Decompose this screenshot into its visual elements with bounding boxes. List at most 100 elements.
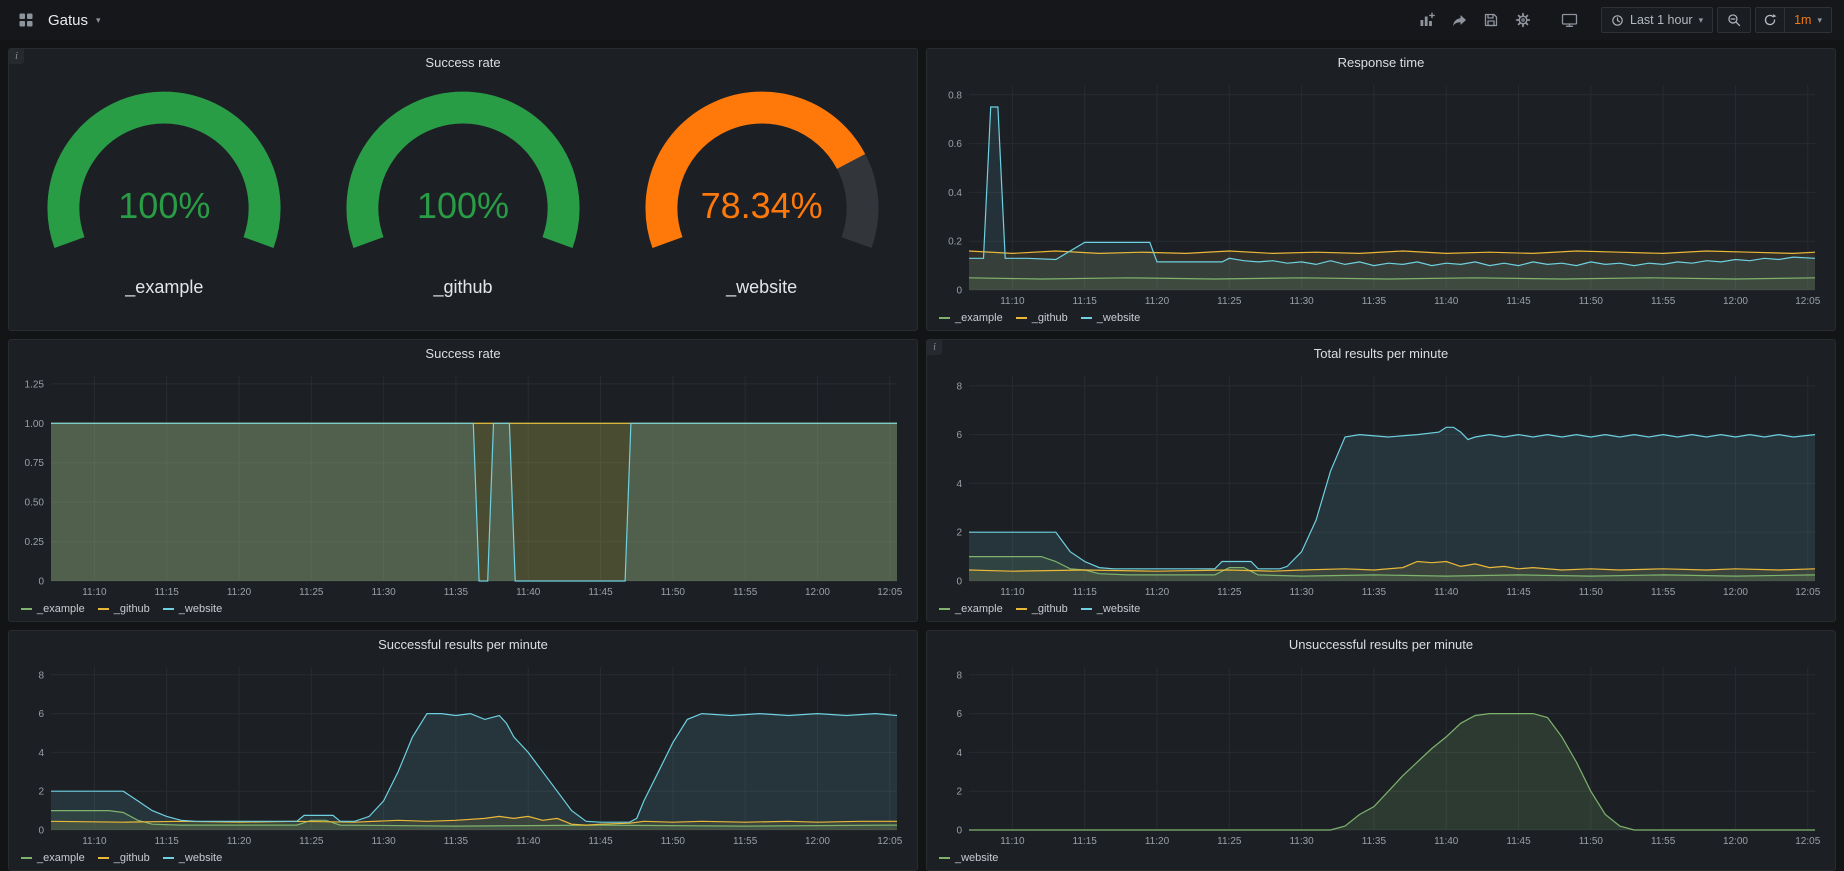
svg-text:2: 2 [38,787,44,798]
refresh-button[interactable] [1755,7,1784,33]
chart-legend: _website [927,850,1835,870]
gauge-wrap: 100% [28,83,300,267]
svg-text:12:00: 12:00 [805,836,830,847]
legend-label: _website [1097,603,1140,615]
legend-swatch [163,608,174,610]
svg-text:12:00: 12:00 [1723,836,1748,847]
svg-text:12:05: 12:05 [877,587,902,598]
time-range-picker[interactable]: Last 1 hour ▾ [1601,7,1713,33]
gauge-arc [626,83,898,267]
legend-item[interactable]: _website [1081,312,1140,324]
panel-title[interactable]: Unsuccessful results per minute [927,631,1835,657]
panel-title[interactable]: Total results per minute [927,340,1835,366]
panel-total-results: i Total results per minute 11:1011:1511:… [926,339,1836,622]
refresh-icon [1763,13,1777,27]
legend-item[interactable]: _website [163,603,222,615]
successful-results-chart[interactable]: 11:1011:1511:2011:2511:3011:3511:4011:45… [15,657,911,850]
svg-text:11:30: 11:30 [1289,836,1314,847]
gauge-value: 100% [327,186,599,226]
dashboard-title[interactable]: Gatus [48,12,88,29]
svg-text:0: 0 [956,577,962,588]
legend-item[interactable]: _website [1081,603,1140,615]
chart-legend: _example _github _website [927,601,1835,621]
legend-item[interactable]: _website [939,852,998,864]
legend-item[interactable]: _example [939,312,1003,324]
svg-text:11:45: 11:45 [588,836,613,847]
chart-body: 11:1011:1511:2011:2511:3011:3511:4011:45… [9,366,917,601]
chart-body: 11:1011:1511:2011:2511:3011:3511:4011:45… [9,657,917,850]
svg-text:11:15: 11:15 [155,587,180,598]
chart-body: 11:1011:1511:2011:2511:3011:3511:4011:45… [927,366,1835,601]
legend-item[interactable]: _example [21,603,85,615]
gauge-arc [327,83,599,267]
svg-text:11:15: 11:15 [155,836,180,847]
legend-item[interactable]: _github [1016,603,1068,615]
dashboard-grid: i Success rate 100% _example 100% _githu… [0,40,1844,871]
legend-swatch [98,857,109,859]
svg-text:11:25: 11:25 [1217,587,1242,598]
chart-body: 11:1011:1511:2011:2511:3011:3511:4011:45… [927,75,1835,310]
success-rate-chart[interactable]: 11:1011:1511:2011:2511:3011:3511:4011:45… [15,366,911,601]
legend-swatch [939,317,950,319]
legend-item[interactable]: _example [21,852,85,864]
legend-label: _github [1032,312,1068,324]
svg-text:0.4: 0.4 [948,188,962,199]
legend-label: _github [114,852,150,864]
legend-item[interactable]: _example [939,603,1003,615]
svg-text:11:50: 11:50 [661,836,686,847]
svg-text:11:10: 11:10 [1000,587,1025,598]
dashboards-grid-icon[interactable] [12,7,40,33]
add-panel-icon[interactable] [1413,7,1441,33]
svg-text:11:20: 11:20 [1145,836,1170,847]
svg-text:0: 0 [956,826,962,837]
svg-text:11:20: 11:20 [227,836,252,847]
panel-title[interactable]: Success rate [9,49,917,75]
svg-text:11:30: 11:30 [371,836,396,847]
gauge-value: 100% [28,186,300,226]
svg-text:12:00: 12:00 [1723,296,1748,307]
response-time-chart[interactable]: 11:1011:1511:2011:2511:3011:3511:4011:45… [933,75,1829,310]
panel-title[interactable]: Successful results per minute [9,631,917,657]
legend-swatch [1081,608,1092,610]
chart-legend: _example _github _website [9,601,917,621]
legend-swatch [21,608,32,610]
gauge-example: 100% _example [28,83,300,298]
svg-text:11:30: 11:30 [1289,296,1314,307]
refresh-interval-dropdown[interactable]: 1m ▾ [1784,7,1832,33]
svg-text:11:35: 11:35 [1362,836,1387,847]
legend-swatch [21,857,32,859]
svg-text:12:00: 12:00 [1723,587,1748,598]
svg-text:12:05: 12:05 [1795,836,1820,847]
svg-text:11:35: 11:35 [1362,296,1387,307]
info-icon[interactable]: i [9,49,24,64]
svg-text:2: 2 [956,528,962,539]
info-icon[interactable]: i [927,340,942,355]
settings-gear-icon[interactable] [1509,7,1537,33]
svg-text:11:55: 11:55 [1651,296,1676,307]
share-icon[interactable] [1445,7,1473,33]
zoom-out-button[interactable] [1717,7,1751,33]
cycle-view-monitor-icon[interactable] [1555,7,1583,33]
legend-label: _example [37,852,85,864]
zoom-out-icon [1727,13,1741,27]
svg-text:12:00: 12:00 [805,587,830,598]
legend-swatch [98,608,109,610]
panel-title[interactable]: Response time [927,49,1835,75]
legend-item[interactable]: _github [98,603,150,615]
title-caret-icon[interactable]: ▾ [96,15,101,26]
info-icon-glyph: i [933,342,936,353]
svg-text:0.50: 0.50 [25,498,45,509]
svg-text:11:55: 11:55 [733,587,758,598]
svg-text:0.75: 0.75 [25,458,45,469]
unsuccessful-results-chart[interactable]: 11:1011:1511:2011:2511:3011:3511:4011:45… [933,657,1829,850]
save-icon[interactable] [1477,7,1505,33]
svg-text:1.00: 1.00 [25,419,45,430]
total-results-chart[interactable]: 11:1011:1511:2011:2511:3011:3511:4011:45… [933,366,1829,601]
legend-label: _website [179,852,222,864]
svg-text:4: 4 [956,748,962,759]
legend-item[interactable]: _github [1016,312,1068,324]
legend-item[interactable]: _github [98,852,150,864]
legend-swatch [1016,608,1027,610]
legend-item[interactable]: _website [163,852,222,864]
panel-title[interactable]: Success rate [9,340,917,366]
